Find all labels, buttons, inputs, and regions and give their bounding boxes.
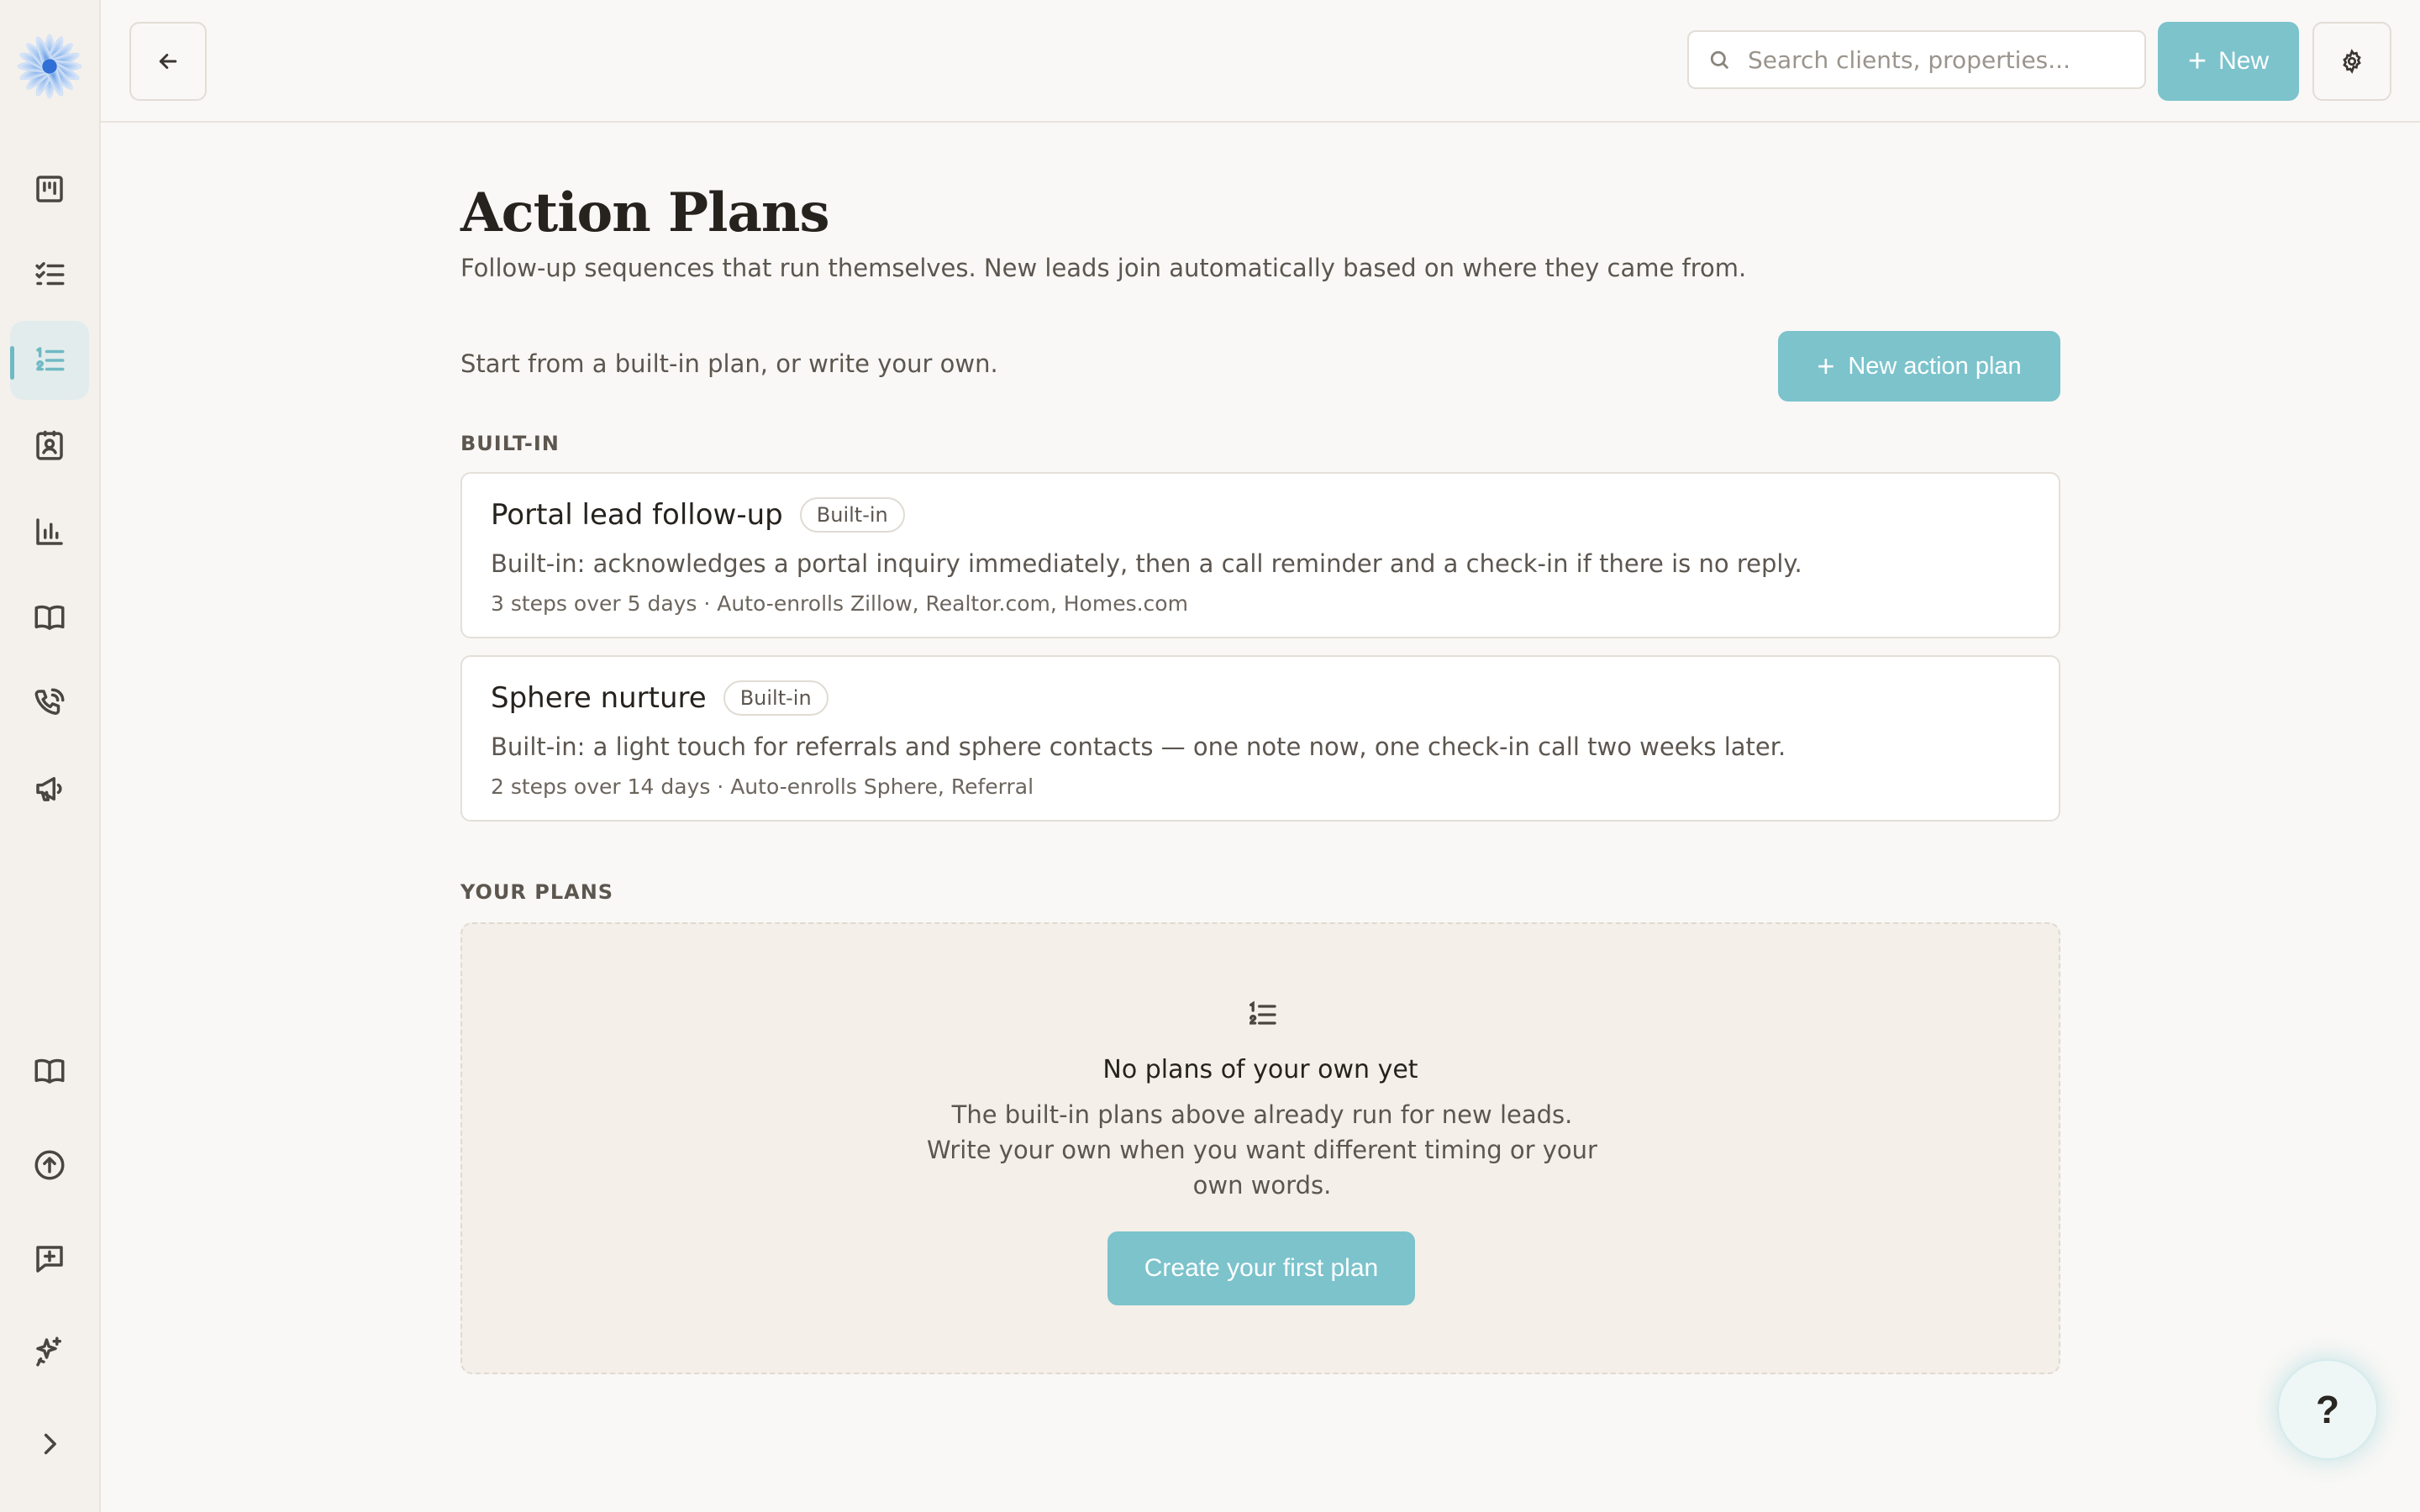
plan-meta: 2 steps over 14 days · Auto-enrolls Sphe… bbox=[491, 774, 1034, 799]
nav-tasks[interactable] bbox=[10, 235, 89, 314]
nav-feedback[interactable] bbox=[10, 1220, 89, 1299]
top-bar: + New bbox=[101, 0, 2420, 123]
feedback-message-icon bbox=[36, 1246, 63, 1273]
search-box[interactable] bbox=[1687, 30, 2146, 89]
nav-contacts[interactable] bbox=[10, 407, 89, 486]
nav-library[interactable] bbox=[10, 578, 89, 657]
sidebar-expand-button[interactable] bbox=[10, 1404, 89, 1483]
active-indicator bbox=[10, 346, 14, 380]
kanban-board-icon bbox=[36, 176, 63, 202]
settings-button[interactable] bbox=[2312, 22, 2391, 101]
page-subtitle: Follow-up sequences that run themselves.… bbox=[460, 254, 1747, 282]
plan-card-portal-lead[interactable]: Portal lead follow-up Built-in Built-in:… bbox=[460, 472, 2060, 638]
plan-card-sphere-nurture[interactable]: Sphere nurture Built-in Built-in: a ligh… bbox=[460, 655, 2060, 822]
plan-title-row: Sphere nurture Built-in bbox=[491, 680, 829, 716]
sparkles-icon bbox=[36, 1336, 61, 1367]
bar-chart-icon bbox=[36, 518, 63, 545]
builtin-badge: Built-in bbox=[723, 680, 829, 716]
plan-description: Built-in: a light touch for referrals an… bbox=[491, 732, 1786, 761]
page-title: Action Plans bbox=[460, 181, 829, 244]
megaphone-icon bbox=[36, 777, 62, 801]
empty-state-description: The built-in plans above already run for… bbox=[927, 1100, 1597, 1200]
checklist-icon bbox=[35, 262, 65, 286]
new-button[interactable]: + New bbox=[2158, 22, 2299, 101]
open-book-icon bbox=[34, 605, 65, 630]
builtin-section-label: BUILT-IN bbox=[460, 432, 560, 455]
numbered-list-icon bbox=[1245, 998, 1279, 1032]
intro-text: Start from a built-in plan, or write you… bbox=[460, 349, 998, 378]
back-button[interactable] bbox=[129, 22, 207, 101]
empty-state-title: No plans of your own yet bbox=[1102, 1055, 1418, 1084]
nav-marketing[interactable] bbox=[10, 749, 89, 828]
upload-circle-icon bbox=[34, 1150, 65, 1180]
plus-icon: + bbox=[2187, 44, 2207, 79]
nav-reports[interactable] bbox=[10, 492, 89, 571]
new-button-label: New bbox=[2218, 47, 2270, 75]
new-action-plan-button[interactable]: + New action plan bbox=[1778, 331, 2060, 402]
search-icon bbox=[1710, 50, 1728, 69]
help-button[interactable]: ? bbox=[2277, 1359, 2378, 1460]
create-first-plan-button[interactable]: Create your first plan bbox=[1107, 1231, 1415, 1305]
plan-meta: 3 steps over 5 days · Auto-enrolls Zillo… bbox=[491, 591, 1188, 616]
nav-calls[interactable] bbox=[10, 664, 89, 743]
nav-guide[interactable] bbox=[10, 1032, 89, 1110]
nav-action-plans[interactable] bbox=[10, 321, 89, 400]
new-action-plan-label: New action plan bbox=[1848, 352, 2022, 380]
numbered-list-icon bbox=[36, 347, 65, 371]
your-plans-section-label: YOUR PLANS bbox=[460, 880, 614, 904]
app-root: + New Action Plans Follow-up sequences t… bbox=[0, 0, 2420, 1512]
logo-flower-icon[interactable] bbox=[15, 32, 84, 101]
builtin-badge: Built-in bbox=[799, 497, 905, 533]
nav-ai[interactable] bbox=[10, 1312, 89, 1391]
plan-description: Built-in: acknowledges a portal inquiry … bbox=[491, 549, 1802, 578]
sidebar bbox=[0, 0, 101, 1512]
your-plans-empty-state: No plans of your own yet The built-in pl… bbox=[460, 922, 2060, 1374]
plus-icon: + bbox=[1817, 349, 1835, 383]
plan-title-row: Portal lead follow-up Built-in bbox=[491, 497, 905, 533]
plan-title: Sphere nurture bbox=[491, 681, 707, 715]
phone-icon bbox=[34, 688, 65, 715]
arrow-left-icon bbox=[159, 54, 177, 69]
contact-book-icon bbox=[36, 430, 63, 460]
nav-upgrade[interactable] bbox=[10, 1126, 89, 1205]
search-input[interactable] bbox=[1748, 45, 2134, 74]
guide-book-icon bbox=[34, 1058, 65, 1084]
gear-icon bbox=[2343, 49, 2361, 74]
nav-pipeline[interactable] bbox=[10, 150, 89, 228]
plan-title: Portal lead follow-up bbox=[491, 498, 783, 532]
chevron-right-icon bbox=[44, 1433, 56, 1455]
